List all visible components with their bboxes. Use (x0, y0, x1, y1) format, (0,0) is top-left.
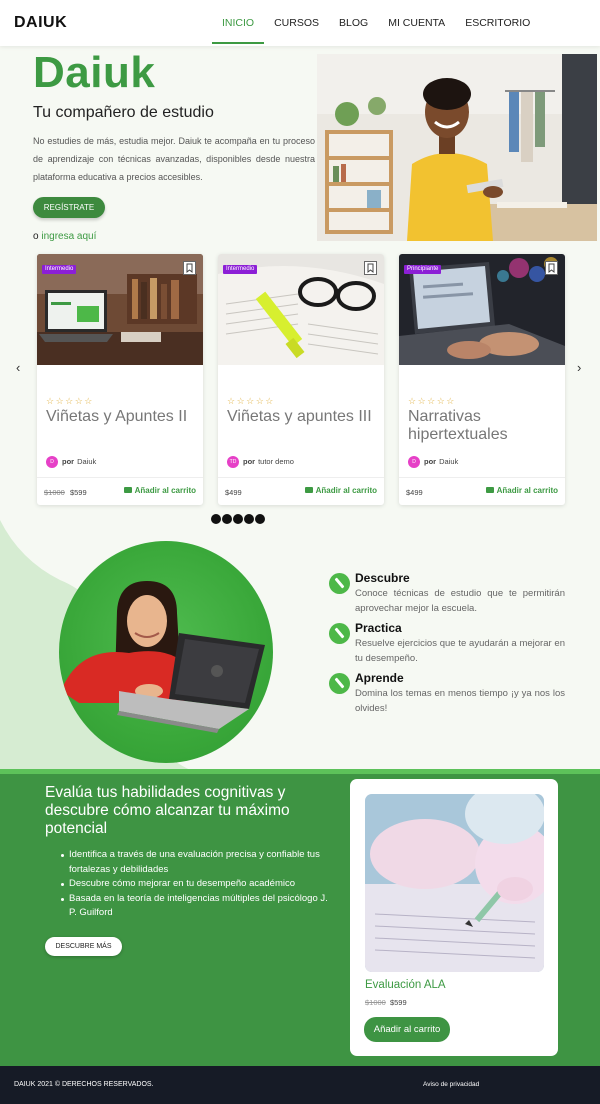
cart-icon (304, 487, 313, 493)
course-level-badge: Intermedio (223, 265, 258, 274)
author-prefix: por (62, 457, 75, 466)
cart-icon (485, 487, 494, 493)
feature-text: Domina los temas en menos tiempo ¡y ya n… (355, 688, 565, 714)
login-prefix: o (33, 231, 39, 242)
course-author: D por Daiuk (408, 455, 458, 468)
course-title[interactable]: Viñetas y Apuntes II (46, 408, 196, 426)
course-card[interactable]: Intermedio ☆☆☆☆☆ Viñetas y Apuntes II D … (37, 254, 203, 505)
add-to-cart-link[interactable]: Añadir al carrito (123, 486, 196, 495)
bullet-item: Identifica a través de una evaluación pr… (61, 848, 331, 877)
current-price: $499 (406, 488, 423, 497)
author-name[interactable]: Daiuk (77, 457, 96, 466)
pencil-icon (329, 673, 350, 694)
nav-blog[interactable]: BLOG (329, 0, 378, 46)
login-link[interactable]: ingresa aquí (41, 231, 96, 242)
bullet-item: Basada en la teoría de inteligencias múl… (61, 892, 331, 921)
evaluation-card-title[interactable]: Evaluación ALA (365, 979, 446, 991)
course-price: $499 (406, 488, 423, 497)
card-divider (218, 477, 384, 478)
course-price: $499 (225, 488, 242, 497)
login-line: o ingresa aquí (33, 231, 96, 242)
add-to-cart-link[interactable]: Añadir al carrito (485, 486, 558, 495)
card-divider (37, 477, 203, 478)
author-prefix: por (243, 457, 256, 466)
evaluation-title: Evalúa tus habilidades cognitivas y desc… (45, 784, 290, 837)
nav-escritorio[interactable]: ESCRITORIO (455, 0, 540, 46)
feature-title: Practica (355, 621, 402, 635)
hero-subtitle: Tu compañero de estudio (33, 104, 214, 121)
bullet-item: Descubre cómo mejorar en tu desempeño ac… (61, 877, 331, 892)
carousel-prev-arrow[interactable]: ‹ (16, 360, 20, 375)
nav-cursos[interactable]: CURSOS (264, 0, 329, 46)
feature-title: Aprende (355, 671, 404, 685)
main-nav: INICIO CURSOS BLOG MI CUENTA ESCRITORIO (212, 0, 540, 46)
hero-title: Daiuk (33, 48, 156, 97)
author-avatar: D (46, 455, 58, 468)
course-author: D por Daiuk (46, 455, 96, 468)
evaluation-price: $1000 $599 (365, 998, 407, 1007)
bookmark-icon[interactable] (364, 261, 377, 275)
author-prefix: por (424, 457, 437, 466)
author-name[interactable]: tutor demo (258, 457, 294, 466)
old-price: $1000 (44, 488, 65, 497)
course-level-badge: Intermedio (42, 265, 77, 274)
add-to-cart-label: Añadir al carrito (496, 486, 558, 495)
pencil-icon (329, 623, 350, 644)
discover-more-button[interactable]: DESCUBRE MÁS (45, 937, 122, 956)
evaluation-bullets: Identifica a través de una evaluación pr… (61, 848, 331, 921)
hero-description: No estudies de más, estudia mejor. Daiuk… (33, 136, 315, 182)
site-header: DAIUK INICIO CURSOS BLOG MI CUENTA ESCRI… (0, 0, 600, 46)
course-price: $1000 $599 (44, 488, 87, 497)
student-laptop-illustration (59, 541, 273, 763)
old-price: $1000 (365, 998, 386, 1007)
footer-copyright: DAIUK 2021 © DERECHOS RESERVADOS. (14, 1081, 154, 1088)
card-divider (399, 477, 565, 478)
cart-icon (123, 487, 132, 493)
hero-student-photo (317, 54, 597, 241)
feature-text: Conoce técnicas de estudio que te permit… (355, 588, 565, 614)
site-footer: DAIUK 2021 © DERECHOS RESERVADOS. Aviso … (0, 1066, 600, 1104)
course-level-badge: Principiante (404, 265, 442, 274)
author-avatar: TD (227, 455, 239, 468)
rating-stars: ☆☆☆☆☆ (408, 396, 456, 406)
feature-title: Descubre (355, 571, 410, 585)
nav-inicio[interactable]: INICIO (212, 0, 265, 46)
course-card[interactable]: Intermedio ☆☆☆☆☆ Viñetas y apuntes III T… (218, 254, 384, 505)
course-card[interactable]: Principiante ☆☆☆☆☆ Narrativas hipertextu… (399, 254, 565, 505)
add-to-cart-label: Añadir al carrito (134, 486, 196, 495)
evaluation-image (365, 794, 544, 972)
course-author: TD por tutor demo (227, 455, 294, 468)
current-price: $599 (69, 488, 87, 497)
current-price: $499 (225, 488, 242, 497)
pencil-icon (329, 573, 350, 594)
register-button[interactable]: REGÍSTRATE (33, 197, 105, 218)
site-logo[interactable]: DAIUK (14, 14, 67, 32)
rating-stars: ☆☆☆☆☆ (46, 396, 94, 406)
evaluation-product-card: Evaluación ALA $1000 $599 Añadir al carr… (350, 779, 558, 1056)
carousel-next-arrow[interactable]: › (577, 360, 581, 375)
feature-text: Resuelve ejercicios que te ayudarán a me… (355, 638, 565, 664)
bookmark-icon[interactable] (545, 261, 558, 275)
privacy-link[interactable]: Aviso de privacidad (423, 1081, 479, 1088)
add-to-cart-button[interactable]: Añadir al carrito (364, 1017, 450, 1042)
add-to-cart-link[interactable]: Añadir al carrito (304, 486, 377, 495)
bookmark-icon[interactable] (183, 261, 196, 275)
author-name[interactable]: Daiuk (439, 457, 458, 466)
author-avatar: D (408, 455, 420, 468)
current-price: $599 (389, 998, 407, 1007)
add-to-cart-label: Añadir al carrito (315, 486, 377, 495)
course-title[interactable]: Viñetas y apuntes III (227, 408, 377, 426)
rating-stars: ☆☆☆☆☆ (227, 396, 275, 406)
nav-mi-cuenta[interactable]: MI CUENTA (378, 0, 455, 46)
course-title[interactable]: Narrativas hipertextuales (408, 408, 558, 444)
